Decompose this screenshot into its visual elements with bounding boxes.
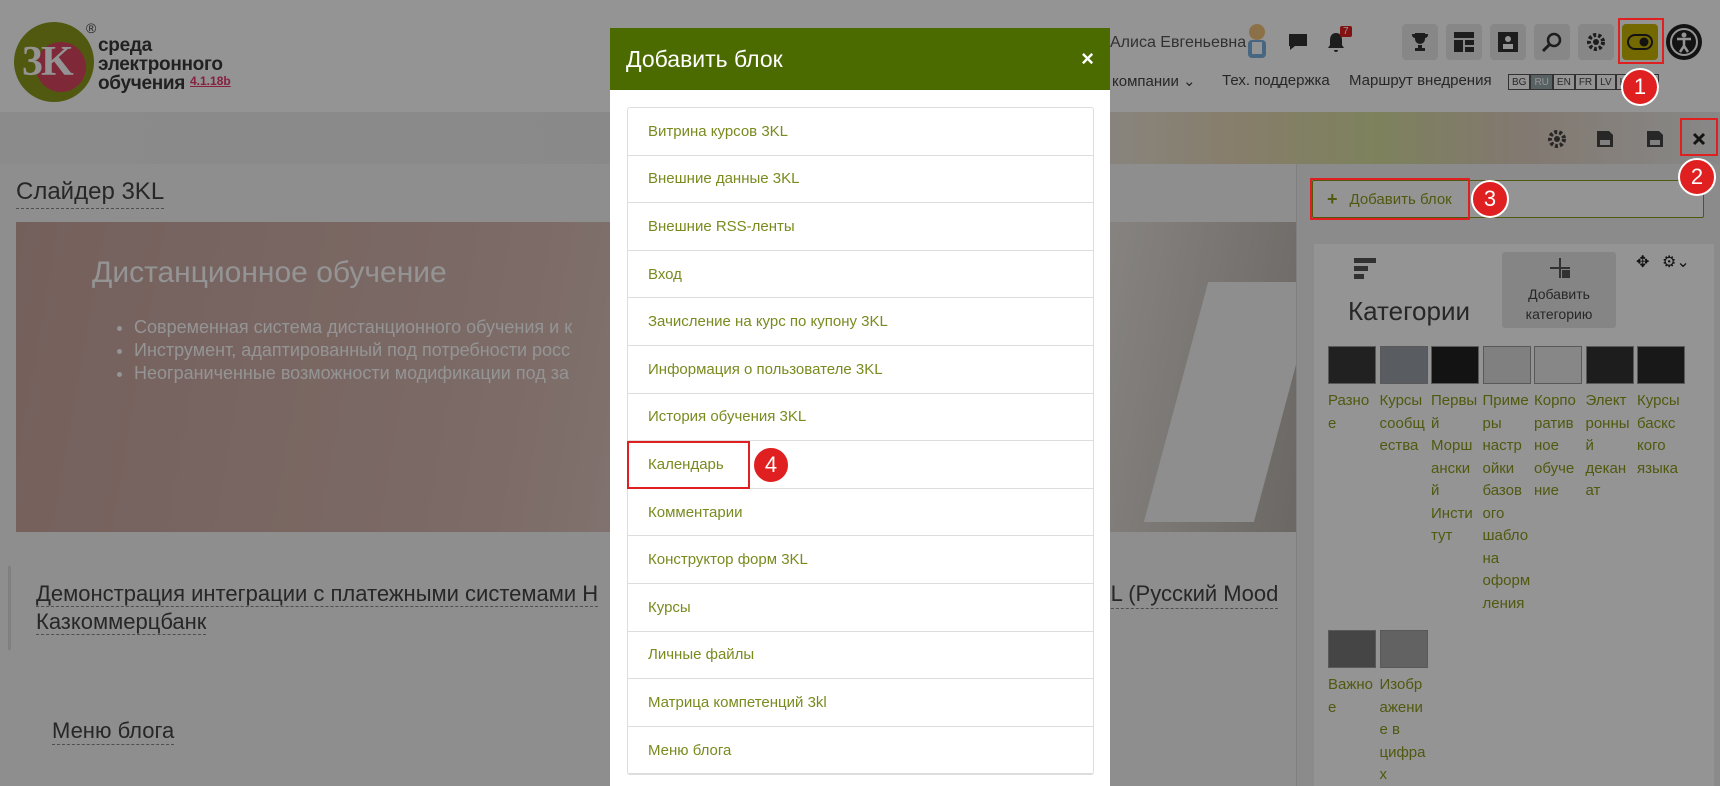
annotation-box-3 xyxy=(1310,178,1470,220)
dialog-close-button[interactable]: × xyxy=(1081,46,1094,72)
annotation-badge-3: 3 xyxy=(1471,180,1509,218)
annotation-box-2 xyxy=(1680,118,1718,156)
dialog-header: Добавить блок × xyxy=(610,28,1110,90)
block-type-item[interactable]: Личные файлы xyxy=(628,632,1093,680)
block-type-item[interactable]: Конструктор форм 3KL xyxy=(628,536,1093,584)
dialog-title: Добавить блок xyxy=(626,45,783,72)
annotation-badge-2: 2 xyxy=(1678,158,1716,196)
block-type-item[interactable]: Комментарии xyxy=(628,489,1093,537)
block-type-item[interactable]: Матрица компетенций 3kl xyxy=(628,679,1093,727)
block-type-item[interactable]: Внешние данные 3KL xyxy=(628,156,1093,204)
block-type-item[interactable]: История обучения 3KL xyxy=(628,394,1093,442)
annotation-badge-1: 1 xyxy=(1621,68,1659,106)
block-type-item[interactable]: Информация о пользователе 3KL xyxy=(628,346,1093,394)
block-type-item[interactable]: Внешние RSS-ленты xyxy=(628,203,1093,251)
block-type-item[interactable]: Меню блога xyxy=(628,727,1093,775)
annotation-box-4 xyxy=(627,441,750,489)
block-type-item[interactable]: Вход xyxy=(628,251,1093,299)
annotation-badge-4: 4 xyxy=(752,446,790,484)
annotation-box-1 xyxy=(1618,18,1664,64)
block-type-item[interactable]: Курсы xyxy=(628,584,1093,632)
block-type-item[interactable]: Витрина курсов 3KL xyxy=(628,108,1093,156)
block-type-item[interactable]: Зачисление на курс по купону 3KL xyxy=(628,298,1093,346)
